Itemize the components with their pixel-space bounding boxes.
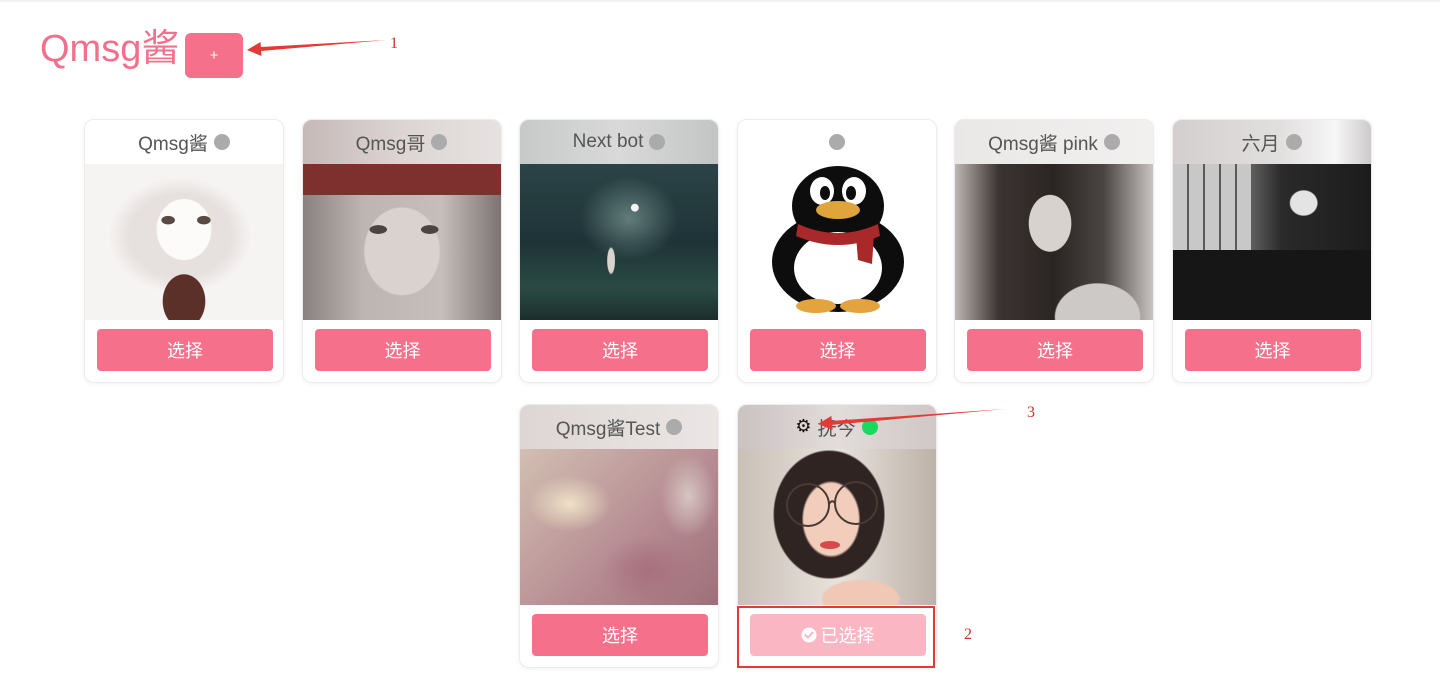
annotation-label-2: 2: [964, 626, 972, 643]
bot-name: Qmsg哥: [355, 133, 426, 155]
status-dot: [649, 134, 666, 150]
bot-card-header: Qmsg酱: [85, 120, 283, 164]
select-button[interactable]: 选择: [749, 329, 926, 371]
select-button-label: 选择: [602, 626, 638, 646]
bot-card-header: Qmsg酱 pink: [955, 120, 1153, 164]
bot-card: Next bot 选择: [519, 119, 719, 383]
select-button-label: 选择: [1037, 341, 1073, 361]
select-button-label: 选择: [819, 341, 856, 361]
select-button-label: 选择: [1254, 341, 1291, 361]
add-bot-button[interactable]: +: [185, 33, 243, 78]
bot-name: Qmsg酱 pink: [988, 133, 1098, 155]
status-dot: [861, 419, 878, 435]
select-button[interactable]: 选择: [532, 614, 708, 656]
select-button[interactable]: 选择: [97, 329, 273, 371]
select-button[interactable]: 选择: [314, 329, 491, 371]
bot-card: Qmsg酱Test 选择: [519, 404, 719, 668]
penguin-avatar-icon: [771, 166, 904, 313]
status-dot: [828, 134, 845, 150]
annotation-box-2: [737, 606, 935, 668]
bot-name: Qmsg酱: [138, 133, 208, 155]
bot-card-header: Qmsg哥: [302, 120, 501, 164]
bot-card: Qmsg酱 选择: [84, 119, 284, 383]
bot-avatar: [955, 164, 1153, 320]
bot-card-header: ⚙ 抚今: [737, 405, 936, 449]
bot-card-header: 六月: [1172, 120, 1371, 164]
bot-card: Qmsg酱 pink 选择: [954, 119, 1154, 383]
bot-card: Qmsg哥 选择: [301, 119, 502, 383]
bot-card-header: Next bot: [520, 120, 718, 164]
bot-avatar: [737, 164, 936, 320]
status-dot: [1103, 134, 1120, 150]
bot-avatar: [520, 449, 718, 605]
bot-avatar: [85, 164, 283, 320]
bot-name: Qmsg酱Test: [555, 418, 661, 440]
status-dot: [213, 134, 230, 150]
bot-card-grid: Qmsg酱 选择 Qmsg哥 选择 Next bot 选择 选择 Qmsg酱 p…: [84, 119, 1372, 668]
bot-name: 六月: [1241, 133, 1280, 155]
select-button-label: 选择: [167, 341, 203, 361]
status-dot: [666, 419, 683, 435]
annotation-label-1: 1: [390, 35, 398, 52]
bot-avatar: [1172, 164, 1371, 320]
status-dot: [431, 134, 448, 150]
top-divider: [0, 0, 1440, 2]
status-dot: [1285, 134, 1302, 150]
bot-card: 选择: [736, 119, 937, 383]
bot-avatar: [737, 449, 936, 605]
bot-name: Next bot: [572, 131, 644, 152]
select-button[interactable]: 选择: [967, 329, 1143, 371]
bot-card-header: Qmsg酱Test: [520, 405, 718, 449]
bot-card: 六月 选择: [1171, 119, 1372, 383]
bot-avatar: [302, 164, 501, 320]
bot-name: 抚今: [817, 418, 856, 440]
select-button-label: 选择: [602, 341, 638, 361]
bot-avatar: [520, 164, 718, 320]
select-button-label: 选择: [384, 341, 421, 361]
page-title: Qmsg酱: [40, 28, 180, 70]
select-button[interactable]: 选择: [532, 329, 708, 371]
gear-icon[interactable]: ⚙: [795, 418, 811, 436]
bot-card-header: [737, 120, 936, 164]
annotation-label-3: 3: [1027, 404, 1035, 421]
annotation-arrow-1: [247, 40, 386, 56]
select-button[interactable]: 选择: [1184, 329, 1361, 371]
glasses-detail: [785, 481, 878, 549]
